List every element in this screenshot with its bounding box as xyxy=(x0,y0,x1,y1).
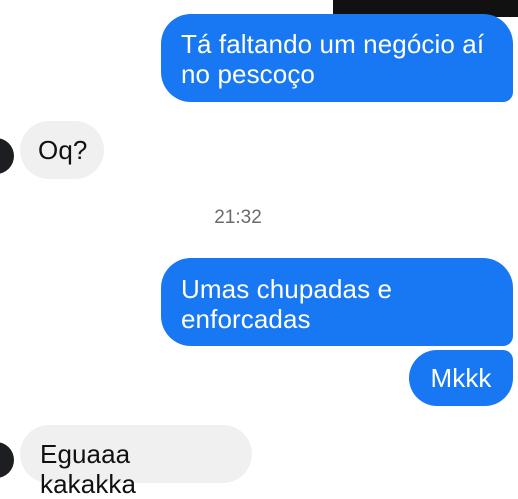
contact-avatar[interactable] xyxy=(0,442,14,478)
outgoing-message-bubble[interactable]: Umas chupadas e enforcadas xyxy=(161,258,513,346)
chat-thread: Tá faltando um negócio aí no pescoço Oq?… xyxy=(0,0,518,499)
incoming-message-bubble[interactable]: Oq? xyxy=(20,121,104,179)
message-text: Mkkk xyxy=(430,363,492,393)
message-timestamp: 21:32 xyxy=(214,207,262,228)
outgoing-message-bubble[interactable]: Tá faltando um negócio aí no pescoço xyxy=(161,14,513,102)
outgoing-message-bubble[interactable]: Mkkk xyxy=(409,350,513,406)
contact-avatar[interactable] xyxy=(0,138,14,174)
message-text: Oq? xyxy=(38,135,88,165)
message-text: Umas chupadas e enforcadas xyxy=(181,274,393,334)
message-text: Eguaaa kakakka xyxy=(40,439,137,499)
message-text: Tá faltando um negócio aí no pescoço xyxy=(181,29,485,89)
incoming-message-bubble[interactable]: Eguaaa kakakka xyxy=(20,425,252,499)
